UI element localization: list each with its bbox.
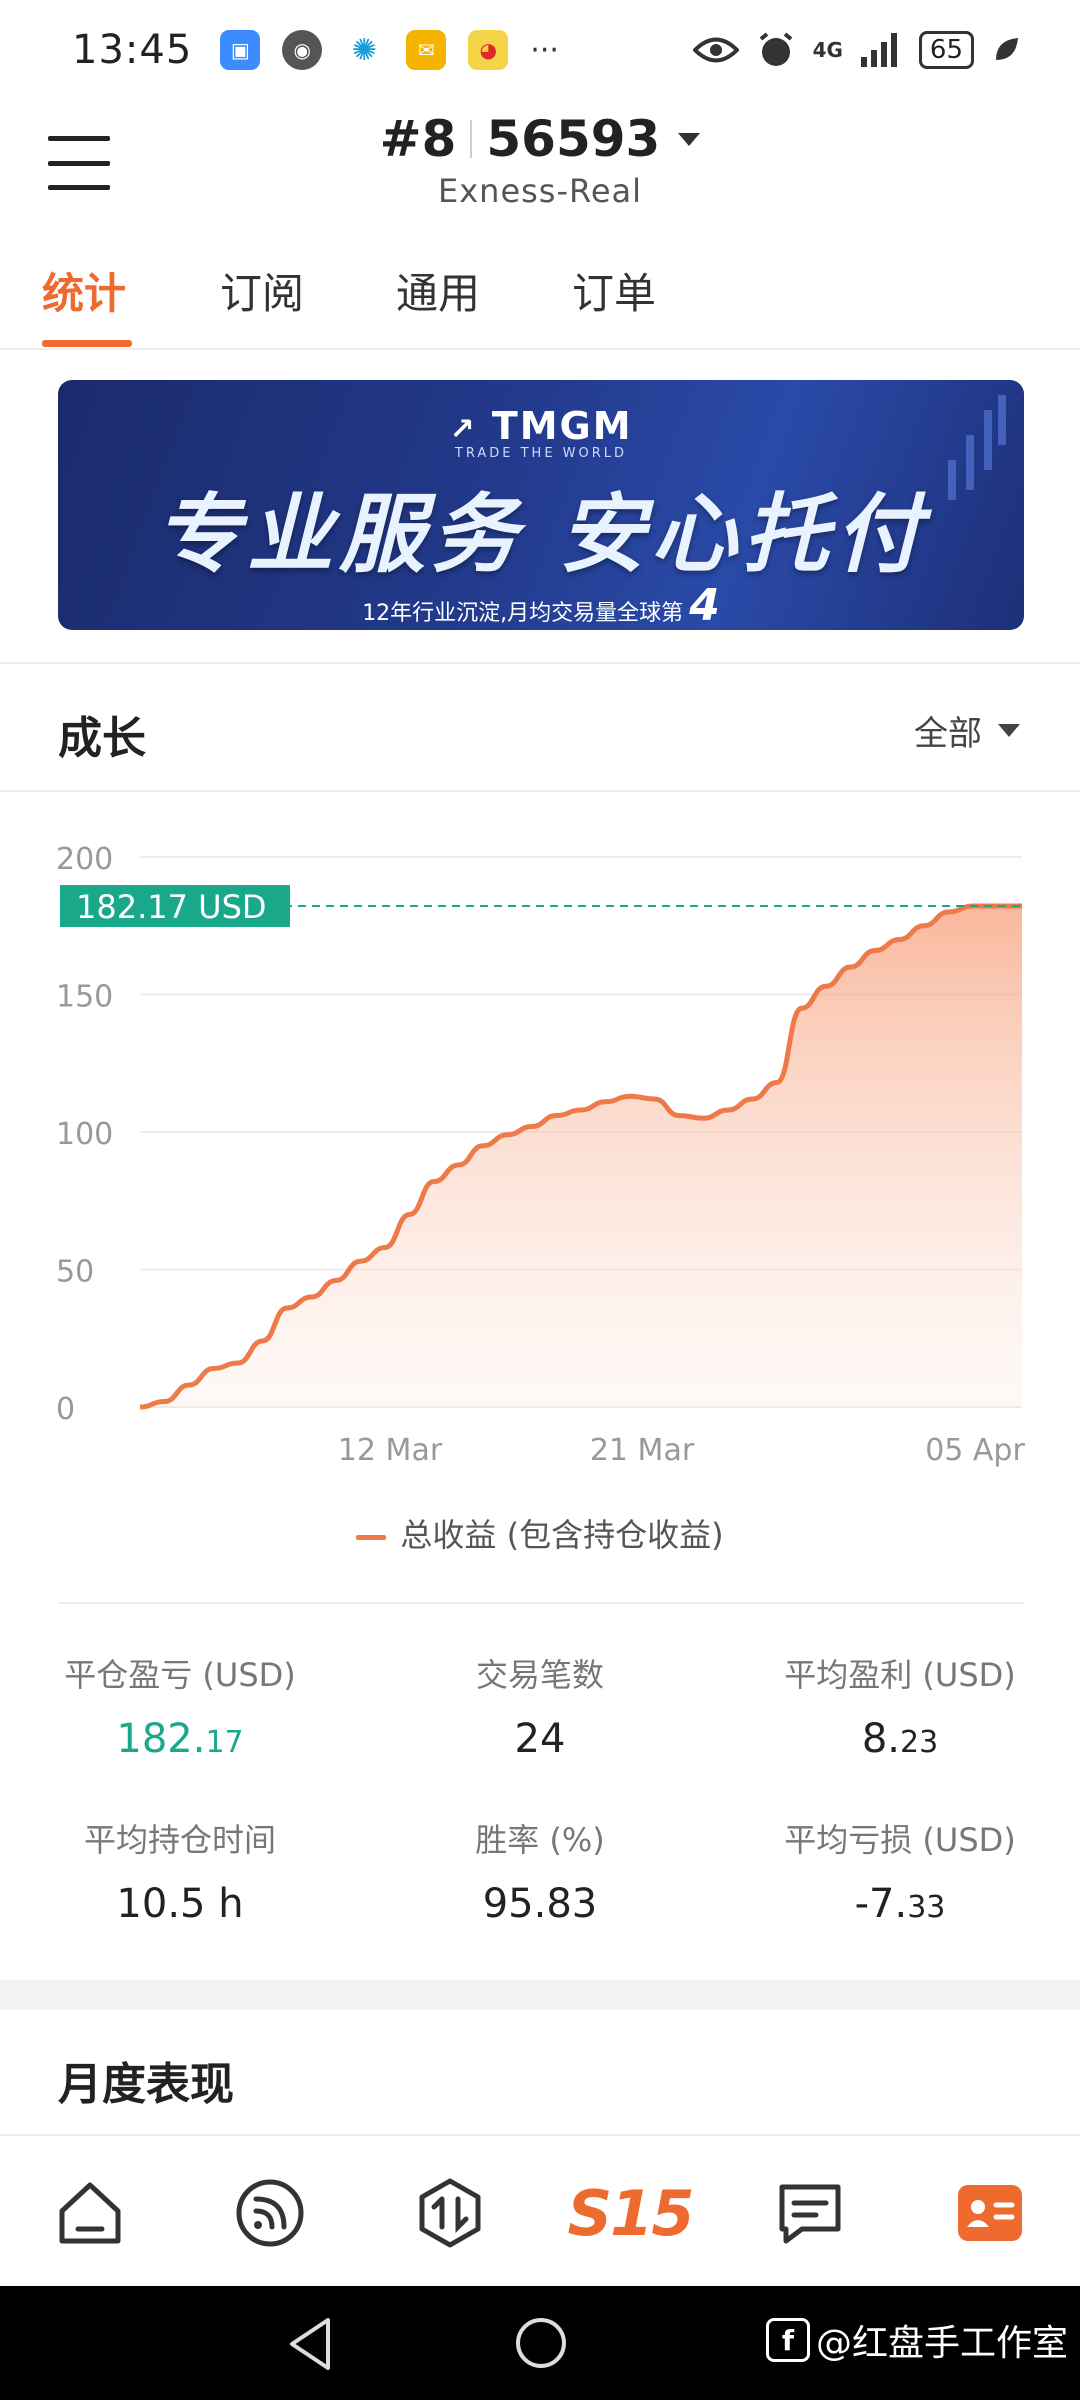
tab-statistics[interactable]: 统计 [42,260,126,321]
watermark: f @红盘手工作室 [765,2314,1068,2366]
app-header: #8 56593 Exness-Real [0,100,1080,230]
tab-general[interactable]: 通用 [396,260,480,321]
eye-icon [692,37,739,63]
home-button[interactable] [516,2318,566,2368]
trade-icon [419,2178,481,2248]
stat-closed-pnl: 平仓盈亏 (USD) 182.17 [0,1650,360,1762]
tab-subscription[interactable]: 订阅 [220,260,304,321]
stat-value: 10.5 h [116,1881,244,1927]
y-tick-label: 150 [56,980,113,1015]
growth-filter-label: 全部 [914,714,982,754]
banner-tagline: TRADE THE WORLD [454,446,628,461]
stat-label: 平均盈利 (USD) [784,1656,1016,1694]
nav-trade[interactable] [400,2163,500,2263]
network-type: 4G [812,38,843,62]
back-icon[interactable] [286,2316,336,2372]
home-icon [59,2182,121,2244]
stat-avg-profit: 平均盈利 (USD) 8.23 [720,1650,1080,1762]
active-tab-indicator [42,340,132,347]
section-gap [0,1980,1080,2010]
legend-swatch [356,1534,387,1540]
nav-home[interactable] [40,2163,140,2263]
y-tick-label: 200 [56,842,113,877]
x-tick-label: 12 Mar [338,1433,443,1468]
growth-header: 成长 全部 [0,666,1080,792]
watermark-text: @红盘手工作室 [815,2323,1068,2364]
power-saving-leaf-icon [996,38,1018,60]
banner-footer: 12年行业沉淀,月均交易量全球第 4 [362,580,720,630]
stat-value: -7.33 [854,1881,946,1927]
nav-messages[interactable] [760,2163,860,2263]
stat-label: 平均持仓时间 [83,1821,276,1859]
ad-banner[interactable]: ↗ TMGM TRADE THE WORLD 专业服务 安心托付 12年行业沉淀… [58,380,1024,630]
account-number: 56593 [486,110,661,168]
watermark-logo-icon: f [765,2318,810,2362]
growth-title: 成长 [58,713,146,764]
y-tick-label: 100 [56,1117,113,1152]
status-time: 13:45 [72,27,193,73]
weibo-icon: ◕ [468,30,509,70]
battery-indicator: 65 [918,31,974,69]
stat-avg-loss: 平均亏损 (USD) -7.33 [720,1815,1080,1927]
stat-win-rate: 胜率 (%) 95.83 [360,1815,720,1927]
stat-trade-count: 交易笔数 24 [360,1650,720,1762]
bottom-navigation: S15 [0,2140,1080,2286]
monthly-title: 月度表现 [58,2059,234,2110]
chart-legend: 总收益 (包含持仓收益) [0,1510,1080,1556]
account-separator [470,120,473,158]
monthly-performance-header[interactable]: 月度表现 [0,2010,1080,2136]
banner-title: 专业服务 安心托付 [155,485,927,585]
x-tick-label: 21 Mar [590,1433,695,1468]
growth-chart: 200 150 100 50 0 182.17 USD 12 Mar 21 Mar 05 Apr [56,842,1025,1468]
stat-avg-hold-time: 平均持仓时间 10.5 h [0,1815,360,1927]
x-tick-label: 05 Apr [925,1433,1025,1468]
stat-value: 24 [514,1716,566,1762]
more-notifications-icon: ··· [530,32,559,68]
server-name: Exness-Real [438,172,642,210]
status-bar: 13:45 ▣ ◉ ✺ ✉ ◕ ··· 4G 65 [0,0,1080,100]
system-navigation-bar: f @红盘手工作室 [0,2286,1080,2400]
stat-label: 平均亏损 (USD) [784,1821,1016,1859]
current-value-label: 182.17 USD [76,888,267,926]
mobile-carrier-icon: ✺ [344,30,385,70]
tmgm-logo: ↗ TMGM [449,404,633,448]
tab-orders[interactable]: 订单 [572,260,656,321]
divider [58,1602,1024,1604]
mail-app-icon: ✉ [406,30,447,70]
stat-value: 182.17 [116,1716,244,1762]
account-prefix: #8 [379,110,457,168]
notification-icons: ▣ ◉ ✺ ✉ ◕ ··· [220,30,559,70]
y-tick-label: 0 [56,1392,75,1427]
nav-feed[interactable] [220,2163,320,2263]
chevron-down-icon [678,132,701,146]
stat-value: 95.83 [482,1881,598,1927]
nav-s15[interactable]: S15 [568,2163,695,2263]
app-store-icon: ▣ [220,30,261,70]
feed-icon [236,2179,304,2247]
profile-icon [958,2185,1022,2241]
growth-filter-dropdown[interactable]: 全部 [914,706,1020,755]
signal-icon [860,33,897,67]
chevron-down-icon [998,724,1020,737]
banner-rank: 4 [689,580,720,630]
alarm-icon [759,32,792,66]
voice-app-icon: ◉ [282,30,323,70]
account-selector[interactable]: #8 56593 Exness-Real [0,110,1080,210]
y-tick-label: 50 [56,1255,94,1290]
nav-profile[interactable] [940,2163,1040,2263]
tab-bar: 统计 订阅 通用 订单 [0,230,1080,350]
legend-label: 总收益 (包含持仓收益) [400,1516,724,1554]
chat-icon [779,2184,841,2244]
stat-label: 平仓盈亏 (USD) [64,1656,296,1694]
banner-section: ↗ TMGM TRADE THE WORLD 专业服务 安心托付 12年行业沉淀… [0,352,1080,664]
stat-value: 8.23 [861,1716,939,1762]
s15-logo: S15 [567,2176,695,2250]
stat-label: 胜率 (%) [475,1821,605,1859]
stat-label: 交易笔数 [475,1656,604,1694]
